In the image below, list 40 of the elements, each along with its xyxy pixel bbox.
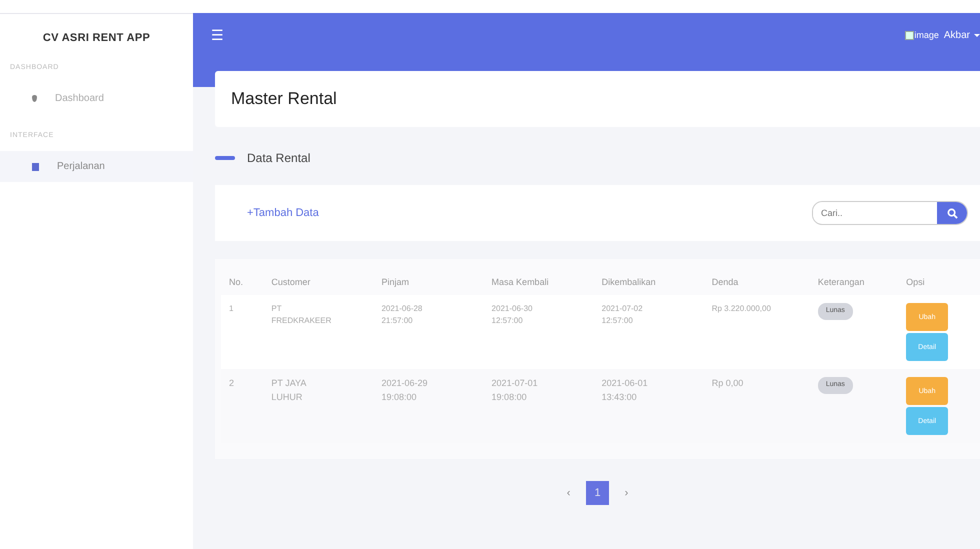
broken-image-icon: [905, 30, 914, 40]
add-data-link[interactable]: +Tambah Data: [247, 207, 319, 219]
column-header: Denda: [704, 269, 810, 295]
column-header: Keterangan: [810, 269, 898, 295]
drop-icon: [32, 95, 37, 102]
table-cell: Rp 3.220.000,00: [712, 303, 771, 315]
table-cell-text: 2021-06-29 19:08:00: [381, 377, 428, 404]
table-cell-text: 2021-06-30 12:57:00: [492, 303, 534, 327]
table-cell-text: PT JAYA LUHUR: [271, 377, 308, 404]
table-cell-text: 2021-07-02 12:57:00: [602, 303, 644, 327]
page-link[interactable]: ›: [616, 481, 636, 505]
table-cell-text: 2021-06-28 21:57:00: [381, 303, 424, 327]
caret-icon: [974, 34, 980, 36]
dash-icon: [215, 156, 235, 160]
column-header: Masa Kembali: [484, 269, 594, 295]
search-box[interactable]: Cari..: [812, 201, 968, 225]
menu-button[interactable]: ☰: [211, 27, 224, 43]
sidebar-item[interactable]: Perjalanan: [0, 151, 193, 182]
table-cell-text: Rp 0,00: [712, 377, 744, 390]
table-cell-text: 2021-07-01 19:08:00: [492, 377, 539, 404]
sidebar-item[interactable]: Dashboard: [0, 83, 193, 114]
table-cell: 1: [229, 303, 234, 315]
page-link[interactable]: 1: [586, 481, 609, 505]
image-alt-text: image: [914, 30, 939, 40]
square-icon: [32, 162, 39, 170]
user-menu[interactable]: Akbar: [944, 30, 980, 40]
table-cell-text: 2: [229, 377, 234, 390]
app-brand: CV ASRI RENT APP: [42, 31, 152, 46]
page-title: Master Rental: [231, 89, 338, 109]
column-header: Dikembalikan: [594, 269, 704, 295]
column-header: No.: [221, 269, 264, 295]
column-header: Pinjam: [373, 269, 484, 295]
section-title: Data Rental: [247, 151, 310, 165]
column-header: Customer: [263, 269, 374, 295]
table-cell-text: 2021-06-01 13:43:00: [602, 377, 649, 404]
search-icon: [946, 208, 958, 218]
search-button[interactable]: [937, 202, 967, 224]
page-link[interactable]: ‹: [558, 481, 578, 505]
table-cell-text: PT FREDKRAKEER: [271, 303, 332, 327]
column-header: Opsi: [898, 269, 980, 295]
